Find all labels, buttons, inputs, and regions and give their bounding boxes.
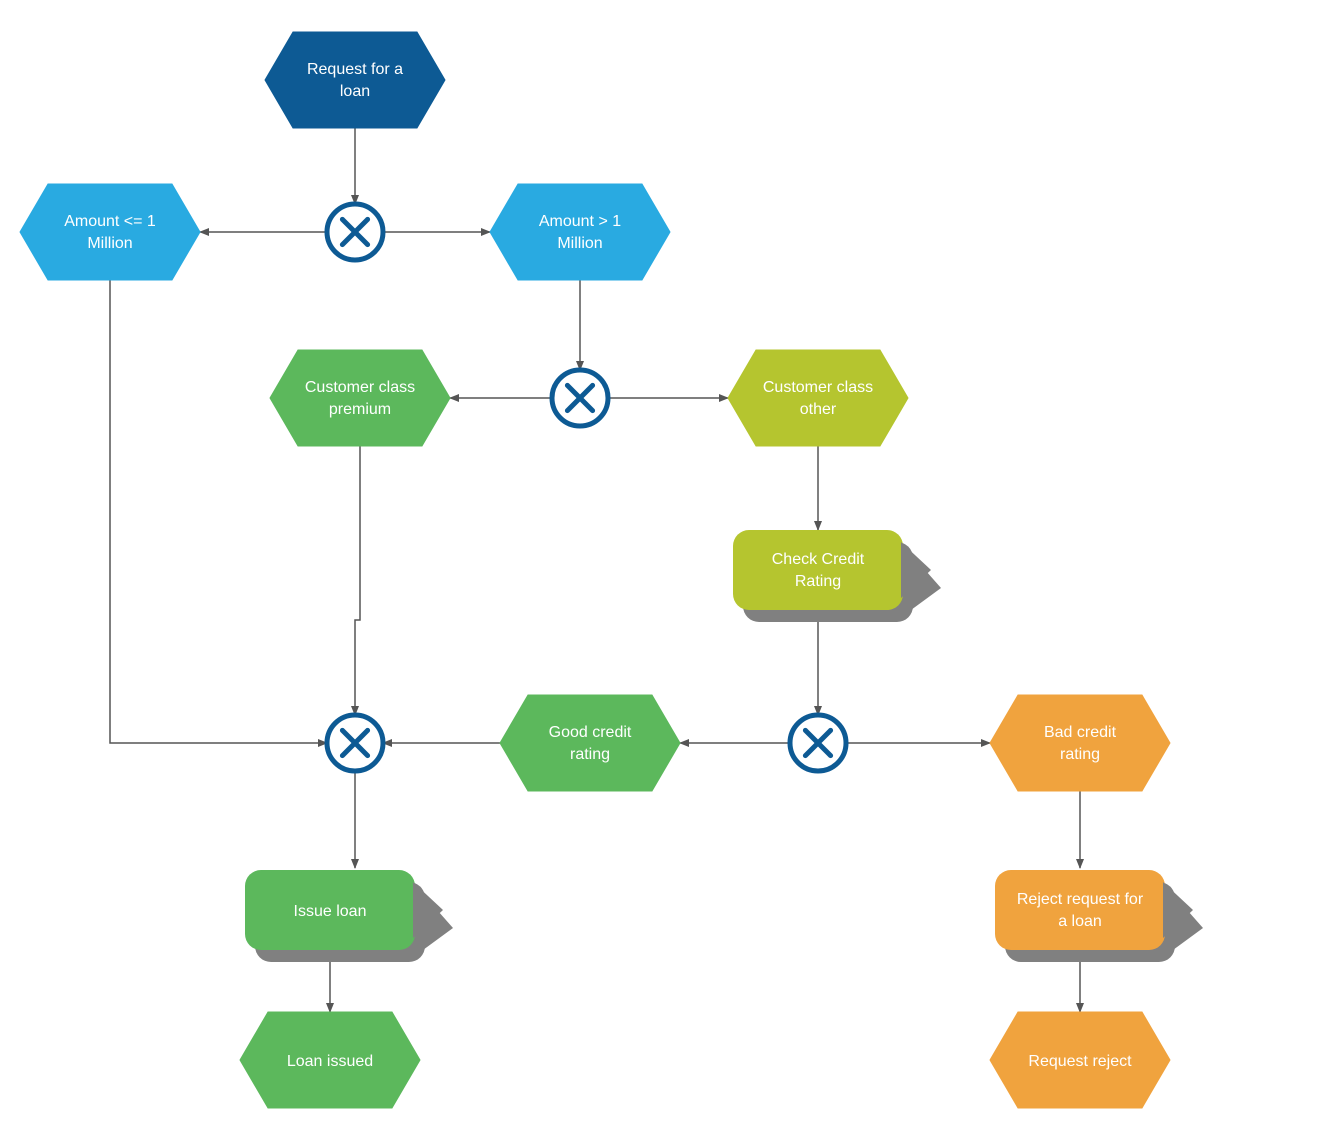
gateway-g4 [327,715,383,771]
node-reject-request-label: Reject request for [1017,891,1144,908]
node-check-credit-label: Rating [795,573,841,590]
gateway-g1 [327,204,383,260]
node-amount-gt-label: Amount > 1 [539,213,621,230]
nodes: Request for aloanAmount <= 1MillionAmoun… [20,32,1203,1108]
node-good-credit-label: Good credit [549,724,632,741]
node-good-credit-label: rating [570,746,610,763]
node-request-loan: Request for a loan [265,32,445,128]
node-check-credit: Check Credit Rating [733,530,941,622]
node-customer-other-label: other [800,401,837,418]
node-request-reject: Request reject [990,1012,1170,1108]
node-loan-issued: Loan issued [240,1012,420,1108]
node-customer-other-label: Customer class [763,379,873,396]
node-reject-request-label: a loan [1058,913,1102,930]
node-amount-le-label: Amount <= 1 [64,213,156,230]
node-loan-issued-label: Loan issued [287,1053,373,1070]
node-request-reject-label: Request reject [1028,1053,1132,1070]
node-bad-credit-label: rating [1060,746,1100,763]
flowchart-canvas: Request for aloanAmount <= 1MillionAmoun… [0,0,1338,1142]
node-good-credit: Good credit rating [500,695,680,791]
node-customer-premium-label: Customer class [305,379,415,396]
node-issue-loan: Issue loan [245,870,453,962]
gateway-g3 [790,715,846,771]
node-bad-credit-label: Bad credit [1044,724,1117,741]
node-amount-gt: Amount > 1 Million [490,184,670,280]
node-issue-loan-label: Issue loan [294,903,367,920]
node-bad-credit: Bad credit rating [990,695,1170,791]
node-customer-premium-label: premium [329,401,391,418]
edge [355,446,360,715]
node-request-loan-label: Request for a [307,61,403,78]
node-reject-request: Reject request for a loan [995,870,1203,962]
node-customer-other: Customer class other [728,350,908,446]
node-amount-le-label: Million [87,235,132,252]
node-amount-le: Amount <= 1 Million [20,184,200,280]
node-customer-premium: Customer class premium [270,350,450,446]
node-request-loan-label: loan [340,83,370,100]
gateway-g2 [552,370,608,426]
node-check-credit-label: Check Credit [772,551,865,568]
node-amount-gt-label: Million [557,235,602,252]
edge [110,280,327,743]
